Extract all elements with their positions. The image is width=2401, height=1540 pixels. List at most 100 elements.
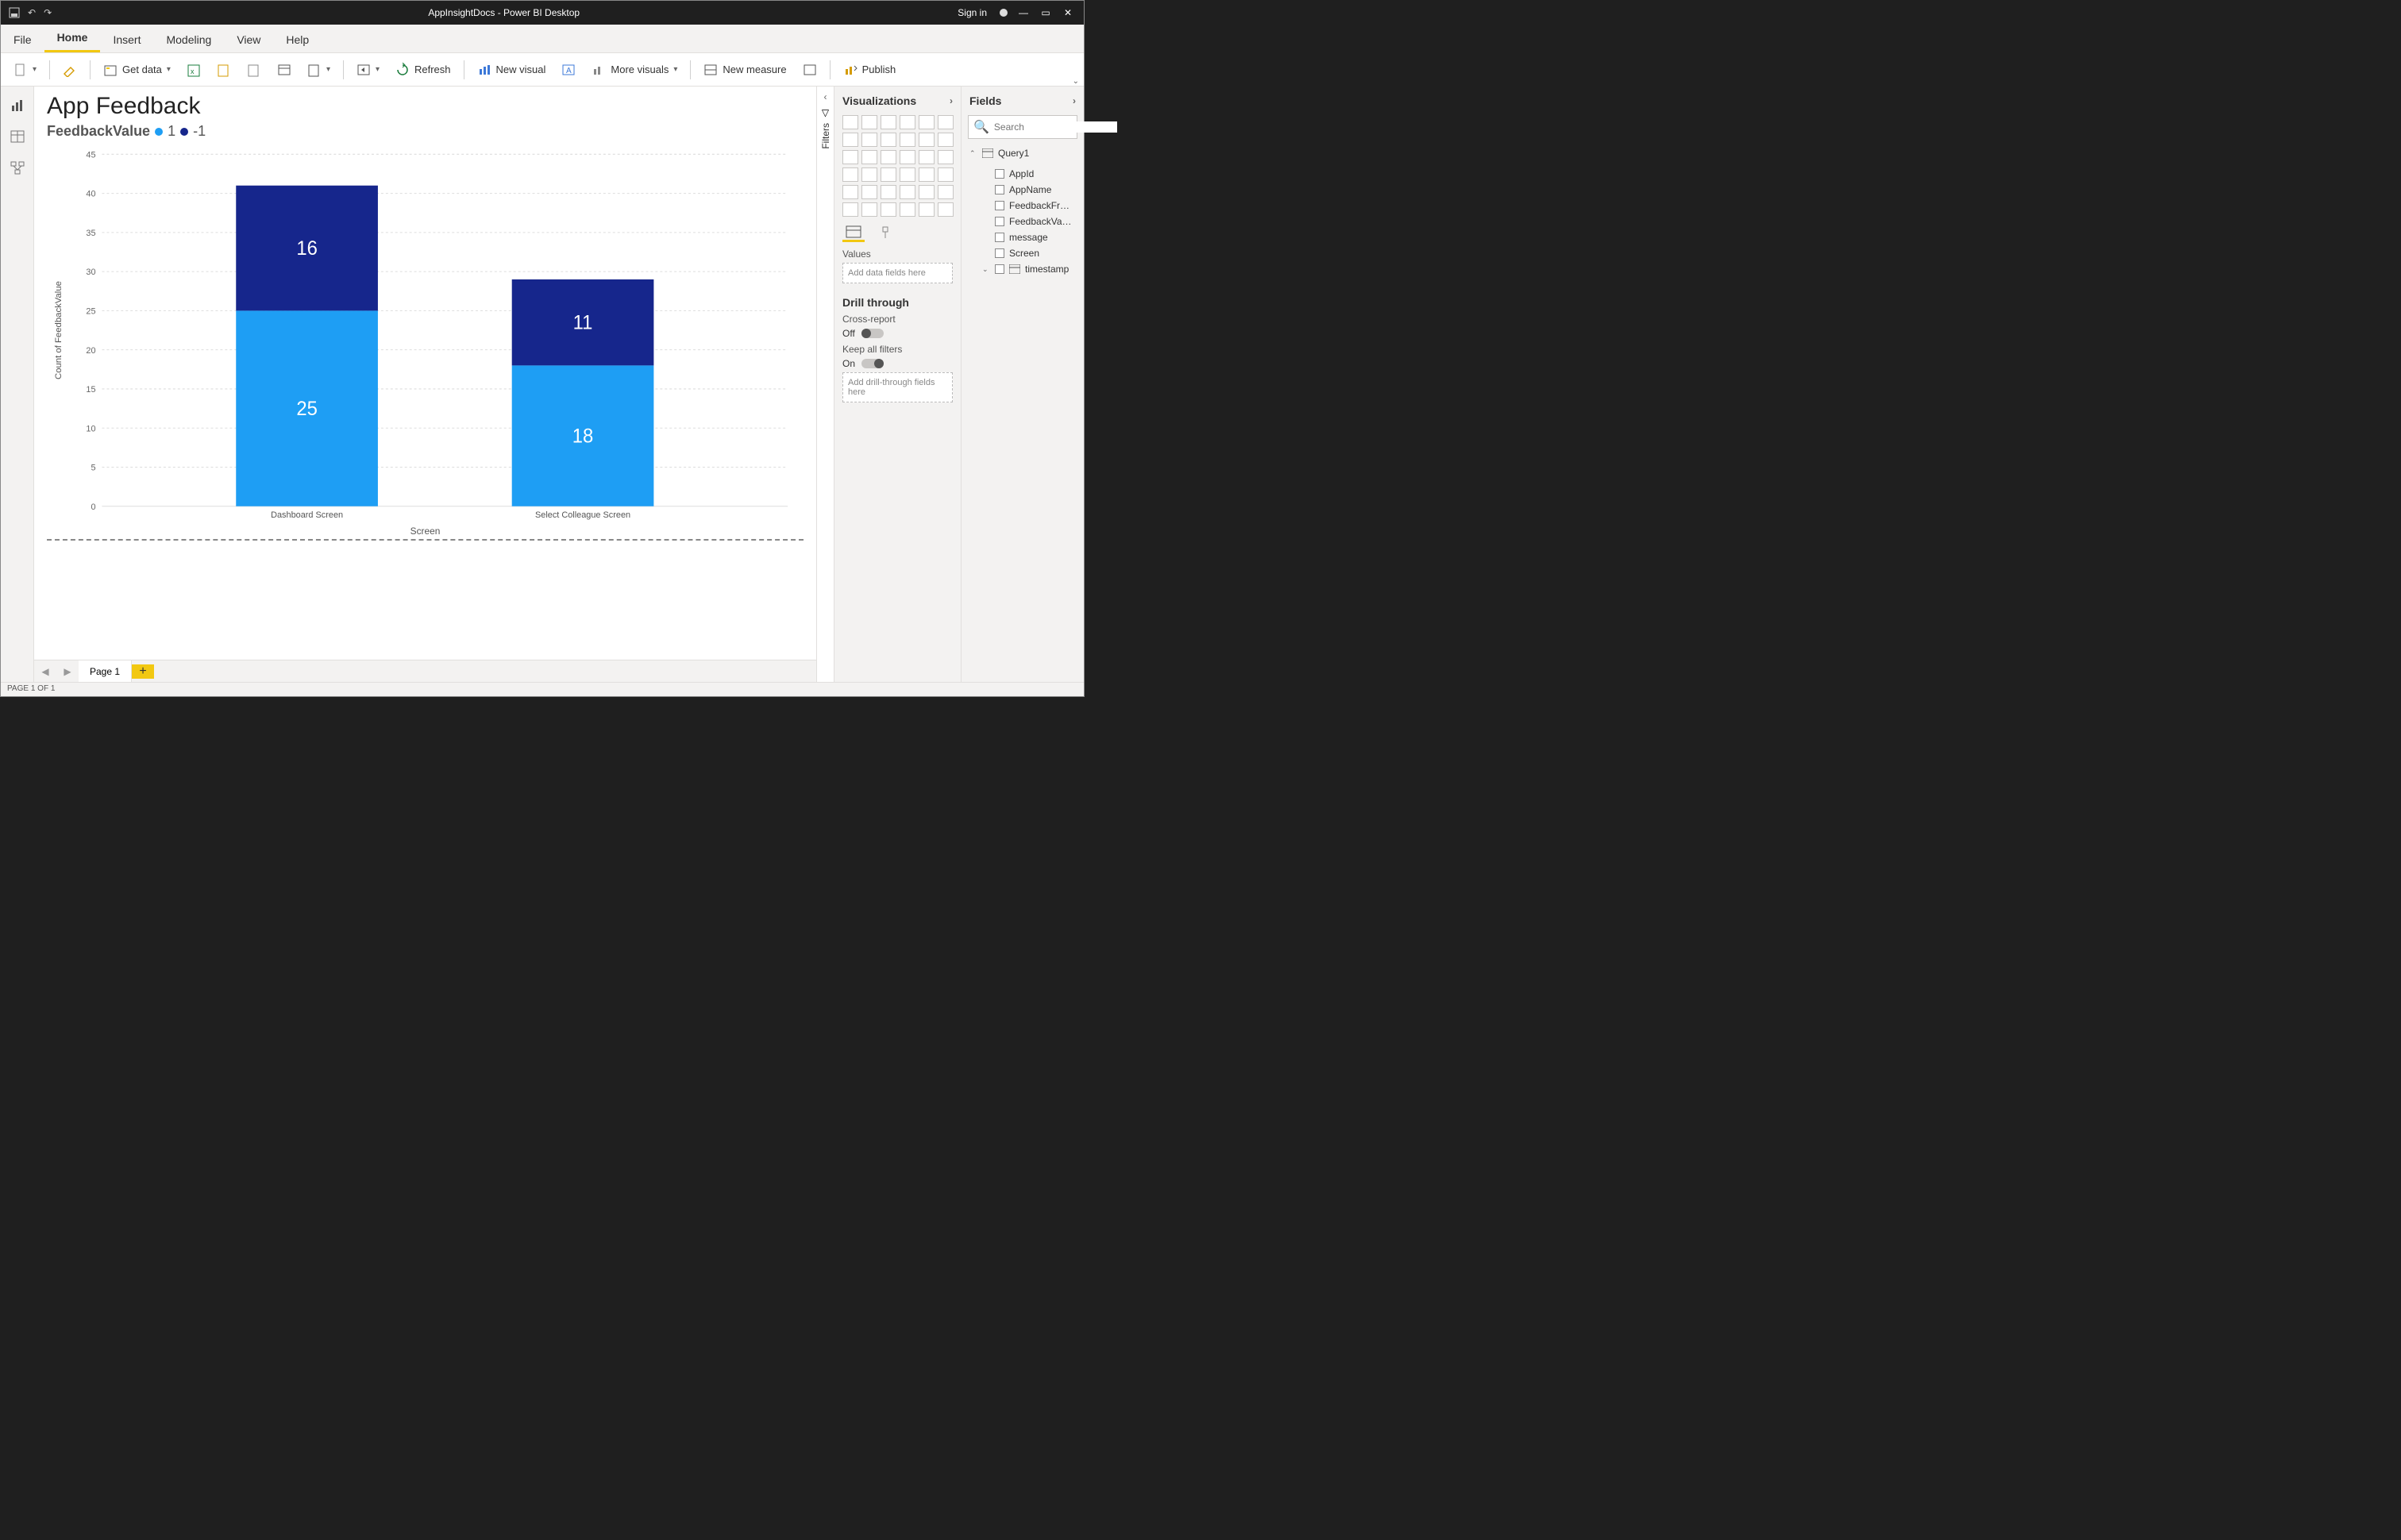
refresh-button[interactable]: Refresh [389,60,457,80]
pbi-dataset-button[interactable] [210,60,237,80]
menu-modeling[interactable]: Modeling [153,27,224,52]
viz-type-icon[interactable] [881,150,896,164]
report-view-icon[interactable] [10,98,25,112]
menu-insert[interactable]: Insert [100,27,153,52]
viz-type-icon[interactable] [919,185,935,199]
viz-type-icon[interactable] [938,150,954,164]
viz-type-icon[interactable] [919,167,935,182]
filters-pane-label[interactable]: Filters [820,123,831,149]
fields-search-input[interactable] [994,121,1117,133]
filters-expand-icon[interactable]: ‹ [824,91,827,102]
filter-funnel-icon[interactable]: ▽ [822,107,829,118]
menu-file[interactable]: File [1,27,44,52]
viz-type-icon[interactable] [881,115,896,129]
chart-visual[interactable]: 0510152025303540452516Dashboard Screen18… [47,146,804,541]
maximize-button[interactable]: ▭ [1039,7,1052,18]
text-box-button[interactable]: A [555,60,582,80]
field-item[interactable]: AppId [968,166,1077,182]
field-checkbox[interactable] [995,201,1004,210]
field-item[interactable]: ⌄timestamp [968,261,1077,277]
viz-type-icon[interactable] [900,167,915,182]
minimize-button[interactable]: — [1017,7,1030,18]
menu-view[interactable]: View [224,27,273,52]
fields-search[interactable]: 🔍 [968,115,1077,139]
field-item[interactable]: message [968,229,1077,245]
viz-type-icon[interactable] [842,202,858,217]
viz-type-icon[interactable] [842,167,858,182]
viz-type-icon[interactable] [842,185,858,199]
data-view-icon[interactable] [10,129,25,144]
paste-button[interactable]: ▾ [7,60,43,80]
viz-type-icon[interactable] [900,133,915,147]
field-checkbox[interactable] [995,169,1004,179]
viz-type-icon[interactable] [919,202,935,217]
more-visuals-button[interactable]: More visuals▾ [585,60,684,80]
ribbon-overflow-icon[interactable]: ⌄ [1073,77,1079,86]
viz-type-icon[interactable] [842,150,858,164]
viz-type-icon[interactable] [861,185,877,199]
viz-format-tab[interactable] [874,223,896,242]
viz-type-icon[interactable] [881,185,896,199]
redo-icon[interactable]: ↷ [44,7,52,18]
table-node[interactable]: ⌃ Query1 [968,145,1077,161]
add-page-button[interactable]: + [132,664,154,679]
viz-type-icon[interactable] [938,167,954,182]
viz-type-icon[interactable] [842,115,858,129]
get-data-button[interactable]: Get data▾ [97,60,177,80]
field-checkbox[interactable] [995,248,1004,258]
close-button[interactable]: ✕ [1062,7,1074,18]
new-visual-button[interactable]: New visual [471,60,553,80]
menu-help[interactable]: Help [273,27,322,52]
viz-type-icon[interactable] [919,133,935,147]
values-field-well[interactable]: Add data fields here [842,263,953,283]
viz-type-icon[interactable] [881,167,896,182]
field-checkbox[interactable] [995,217,1004,226]
page-tab[interactable]: Page 1 [79,660,132,682]
enter-data-button[interactable] [271,60,298,80]
drill-field-well[interactable]: Add drill-through fields here [842,372,953,402]
cross-report-toggle[interactable] [861,329,884,338]
quick-measure-button[interactable] [796,60,823,80]
field-item[interactable]: FeedbackFr… [968,198,1077,214]
fields-collapse-icon[interactable]: › [1073,95,1076,106]
viz-type-icon[interactable] [881,133,896,147]
new-measure-button[interactable]: New measure [697,60,792,80]
undo-icon[interactable]: ↶ [28,7,36,18]
viz-type-icon[interactable] [842,133,858,147]
sql-source-button[interactable] [241,60,268,80]
field-item[interactable]: AppName [968,182,1077,198]
viz-type-icon[interactable] [861,133,877,147]
viz-type-icon[interactable] [938,202,954,217]
field-item[interactable]: FeedbackVa… [968,214,1077,229]
viz-type-icon[interactable] [919,115,935,129]
field-checkbox[interactable] [995,185,1004,194]
viz-type-icon[interactable] [938,115,954,129]
viz-type-icon[interactable] [861,150,877,164]
viz-type-icon[interactable] [900,202,915,217]
excel-source-button[interactable]: x [180,60,207,80]
save-icon[interactable] [9,7,20,18]
user-avatar-icon[interactable] [1000,9,1008,17]
signin-link[interactable]: Sign in [958,7,987,18]
viz-type-icon[interactable] [861,115,877,129]
menu-home[interactable]: Home [44,25,101,52]
model-view-icon[interactable] [10,161,25,175]
field-checkbox[interactable] [995,264,1004,274]
page-prev-button[interactable]: ◀ [34,660,56,683]
viz-type-icon[interactable] [881,202,896,217]
viz-type-icon[interactable] [900,115,915,129]
page-next-button[interactable]: ▶ [56,660,79,683]
viz-type-icon[interactable] [919,150,935,164]
keep-filters-toggle[interactable] [861,359,884,368]
viz-type-icon[interactable] [900,150,915,164]
format-painter-button[interactable] [56,60,83,80]
publish-button[interactable]: Publish [837,60,903,80]
recent-sources-button[interactable]: ▾ [301,60,337,80]
viz-type-icon[interactable] [938,133,954,147]
viz-type-icon[interactable] [900,185,915,199]
viz-type-icon[interactable] [938,185,954,199]
field-item[interactable]: Screen [968,245,1077,261]
viz-fields-tab[interactable] [842,223,865,242]
viz-type-icon[interactable] [861,167,877,182]
viz-type-icon[interactable] [861,202,877,217]
